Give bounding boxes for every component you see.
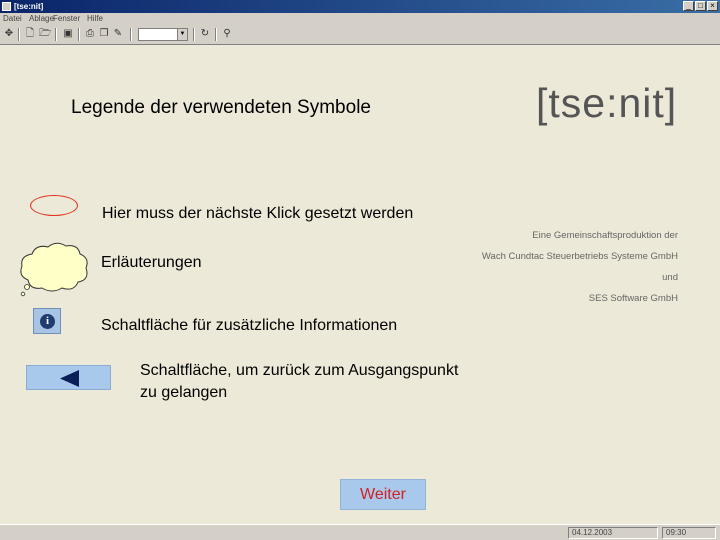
- minimize-button[interactable]: _: [683, 1, 694, 11]
- menu-item-datei[interactable]: Datei: [3, 13, 22, 25]
- status-bar: 04.12.2003 09:30: [0, 524, 720, 540]
- toolbar-separator: [215, 28, 217, 41]
- legend-click-hint: Hier muss der nächste Klick gesetzt werd…: [102, 205, 414, 222]
- credits-line: und: [662, 272, 678, 283]
- chevron-down-icon[interactable]: ▼: [177, 29, 187, 40]
- speech-cloud-icon: [20, 242, 88, 297]
- back-button[interactable]: [26, 365, 111, 390]
- window-title: [tse:nit]: [14, 2, 44, 11]
- toolbar-separator: [18, 28, 20, 41]
- open-folder-icon[interactable]: 🗁: [39, 28, 51, 40]
- info-button[interactable]: i: [33, 308, 61, 334]
- window-titlebar: [tse:nit] _ □ ×: [0, 0, 720, 13]
- zoom-select[interactable]: ▼: [138, 28, 188, 41]
- next-button[interactable]: Weiter: [340, 479, 426, 510]
- credits-block: Eine Gemeinschaftsproduktion der Wach Cu…: [482, 225, 678, 309]
- copy-icon[interactable]: ❐: [98, 28, 110, 40]
- page-title: Legende der verwendeten Symbole: [71, 97, 371, 118]
- credits-line: Wach Cundtac Steuerbetriebs Systeme GmbH: [481, 251, 678, 262]
- info-icon: i: [40, 314, 55, 329]
- status-time: 09:30: [662, 527, 716, 539]
- legend-info-button: Schaltfläche für zusätzliche Information…: [101, 317, 398, 334]
- toolbar: ✥ 🗋 🗁 ▣ ⎙ ❐ ✎ ▼ ↻ ⚲: [0, 25, 720, 45]
- legend-back-line: zu gelangen: [140, 384, 228, 401]
- tse-nit-logo: [tse:nit]: [536, 80, 678, 126]
- menu-bar: Datei Ablage Fenster Hilfe: [0, 13, 720, 25]
- print-icon[interactable]: ⎙: [84, 28, 96, 40]
- app-icon: [2, 2, 11, 11]
- legend-back-line: Schaltfläche, um zurück zum Ausgangspunk…: [140, 362, 459, 379]
- save-icon[interactable]: ▣: [62, 28, 74, 40]
- legend-back-button: Schaltfläche, um zurück zum Ausgangspunk…: [140, 360, 458, 404]
- move-icon[interactable]: ✥: [3, 28, 15, 40]
- credits-line: SES Software GmbH: [588, 293, 678, 304]
- toolbar-separator: [78, 28, 80, 41]
- maximize-button[interactable]: □: [695, 1, 706, 11]
- help-icon[interactable]: ⚲: [221, 28, 233, 40]
- menu-item-fenster[interactable]: Fenster: [53, 13, 80, 25]
- status-date: 04.12.2003: [568, 527, 658, 539]
- toolbar-separator: [55, 28, 57, 41]
- toolbar-separator: [130, 28, 132, 41]
- menu-item-ablage[interactable]: Ablage: [29, 13, 54, 25]
- arrow-left-icon: [60, 370, 79, 387]
- legend-explanations: Erläuterungen: [101, 254, 202, 271]
- credits-line: Eine Gemeinschaftsproduktion der: [532, 230, 678, 241]
- toolbar-separator: [193, 28, 195, 41]
- edit-icon[interactable]: ✎: [112, 28, 124, 40]
- refresh-icon[interactable]: ↻: [199, 28, 211, 40]
- close-button[interactable]: ×: [707, 1, 718, 11]
- menu-item-hilfe[interactable]: Hilfe: [87, 13, 103, 25]
- new-document-icon[interactable]: 🗋: [24, 28, 36, 40]
- click-marker-ellipse-icon: [30, 195, 78, 216]
